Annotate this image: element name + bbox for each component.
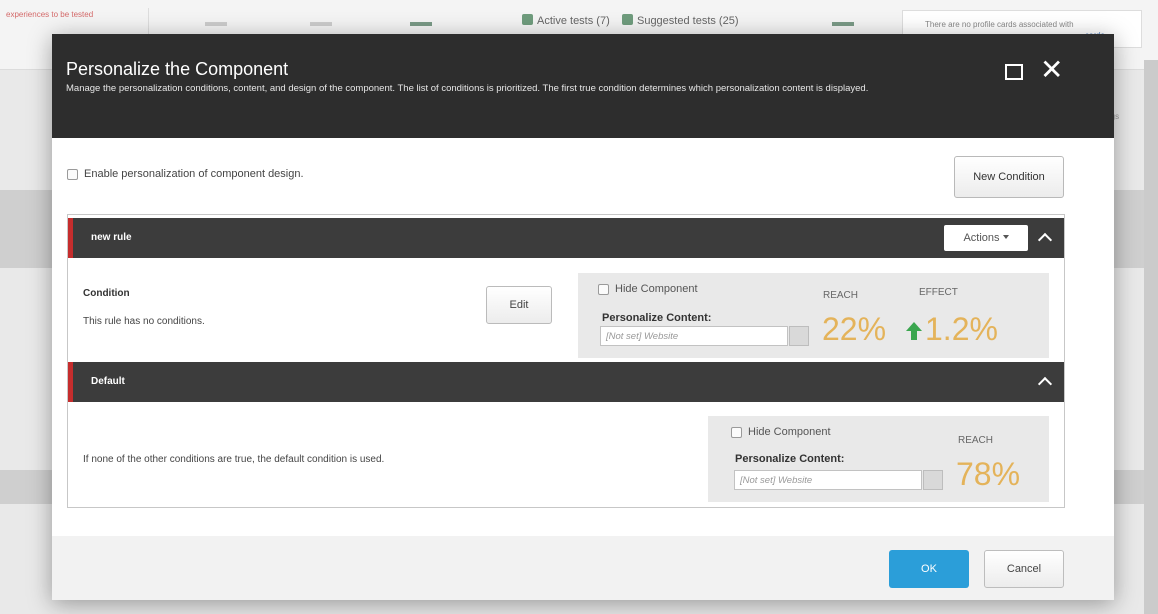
edit-condition-button[interactable]: Edit xyxy=(486,286,552,324)
personalization-box: Hide Component Personalize Content: [Not… xyxy=(578,273,1049,358)
hide-component-label: Hide Component xyxy=(748,426,831,438)
hide-component-label: Hide Component xyxy=(615,283,698,295)
effect-up-arrow-icon xyxy=(906,322,922,331)
default-rule-content: If none of the other conditions are true… xyxy=(68,402,1064,506)
rule-header[interactable]: new rule Actions xyxy=(68,218,1064,258)
caret-down-icon xyxy=(1002,235,1009,239)
dialog-header: Personalize the Component Manage the per… xyxy=(52,34,1114,138)
effect-value: 1.2% xyxy=(925,311,998,347)
collapse-chevron-icon[interactable] xyxy=(1037,232,1053,248)
personalization-box: Hide Component Personalize Content: [Not… xyxy=(708,416,1049,502)
default-rule-header[interactable]: Default xyxy=(68,362,1064,402)
actions-label: Actions xyxy=(963,232,1000,244)
hide-component-row: Hide Component xyxy=(598,283,698,295)
ok-button[interactable]: OK xyxy=(889,550,969,588)
close-icon[interactable]: ✕ xyxy=(1040,56,1063,84)
conditions-panel: new rule Actions Condition This rule has… xyxy=(67,214,1065,508)
hide-component-checkbox[interactable] xyxy=(598,283,609,295)
condition-label: Condition xyxy=(83,288,130,299)
enable-design-label: Enable personalization of component desi… xyxy=(84,168,304,180)
personalize-content-label: Personalize Content: xyxy=(602,312,712,324)
maximize-icon[interactable] xyxy=(1005,64,1023,80)
new-condition-button[interactable]: New Condition xyxy=(954,156,1064,198)
suggested-tests-link[interactable]: Suggested tests (25) xyxy=(637,15,739,27)
effect-label: EFFECT xyxy=(919,287,958,298)
effect-arrow-stem xyxy=(911,331,917,340)
placeholder-bar xyxy=(310,22,332,26)
cancel-button[interactable]: Cancel xyxy=(984,550,1064,588)
placeholder-bar xyxy=(205,22,227,26)
browse-content-button[interactable] xyxy=(923,470,943,490)
profile-text: There are no profile cards associated wi… xyxy=(925,20,1074,29)
active-tests-icon xyxy=(522,14,533,25)
reach-label: REACH xyxy=(958,435,994,446)
background-edge xyxy=(1144,60,1158,614)
collapse-chevron-icon[interactable] xyxy=(1037,376,1053,392)
hide-component-row: Hide Component xyxy=(731,426,831,438)
content-field[interactable]: [Not set] Website xyxy=(734,470,922,490)
rule-name: new rule xyxy=(91,232,132,243)
actions-dropdown[interactable]: Actions xyxy=(944,225,1028,251)
personalize-dialog: Personalize the Component Manage the per… xyxy=(52,34,1114,600)
dialog-footer: OK Cancel xyxy=(52,536,1114,600)
dialog-title: Personalize the Component xyxy=(66,59,289,79)
dialog-body: Enable personalization of component desi… xyxy=(52,138,1114,536)
placeholder-bar xyxy=(832,22,854,26)
browse-content-button[interactable] xyxy=(789,326,809,346)
hide-component-checkbox[interactable] xyxy=(731,426,742,438)
rule-content: Condition This rule has no conditions. E… xyxy=(68,258,1064,362)
content-field[interactable]: [Not set] Website xyxy=(600,326,788,346)
rule-name: Default xyxy=(91,376,125,387)
placeholder-bar xyxy=(410,22,432,26)
default-rule-description: If none of the other conditions are true… xyxy=(83,454,385,465)
tests-summary: Active tests (7) Suggested tests (25) xyxy=(522,14,739,27)
personalize-content-label: Personalize Content: xyxy=(735,453,845,465)
enable-design-checkbox[interactable] xyxy=(67,168,78,180)
reach-value: 22% xyxy=(822,311,887,347)
condition-text: This rule has no conditions. xyxy=(83,316,205,327)
reach-value: 78% xyxy=(956,456,1021,492)
reach-label: REACH xyxy=(823,290,859,301)
enable-design-row: Enable personalization of component desi… xyxy=(67,168,304,180)
dialog-description: Manage the personalization conditions, c… xyxy=(66,83,869,94)
suggested-tests-icon xyxy=(621,14,633,25)
active-tests-link[interactable]: Active tests (7) xyxy=(537,15,610,27)
